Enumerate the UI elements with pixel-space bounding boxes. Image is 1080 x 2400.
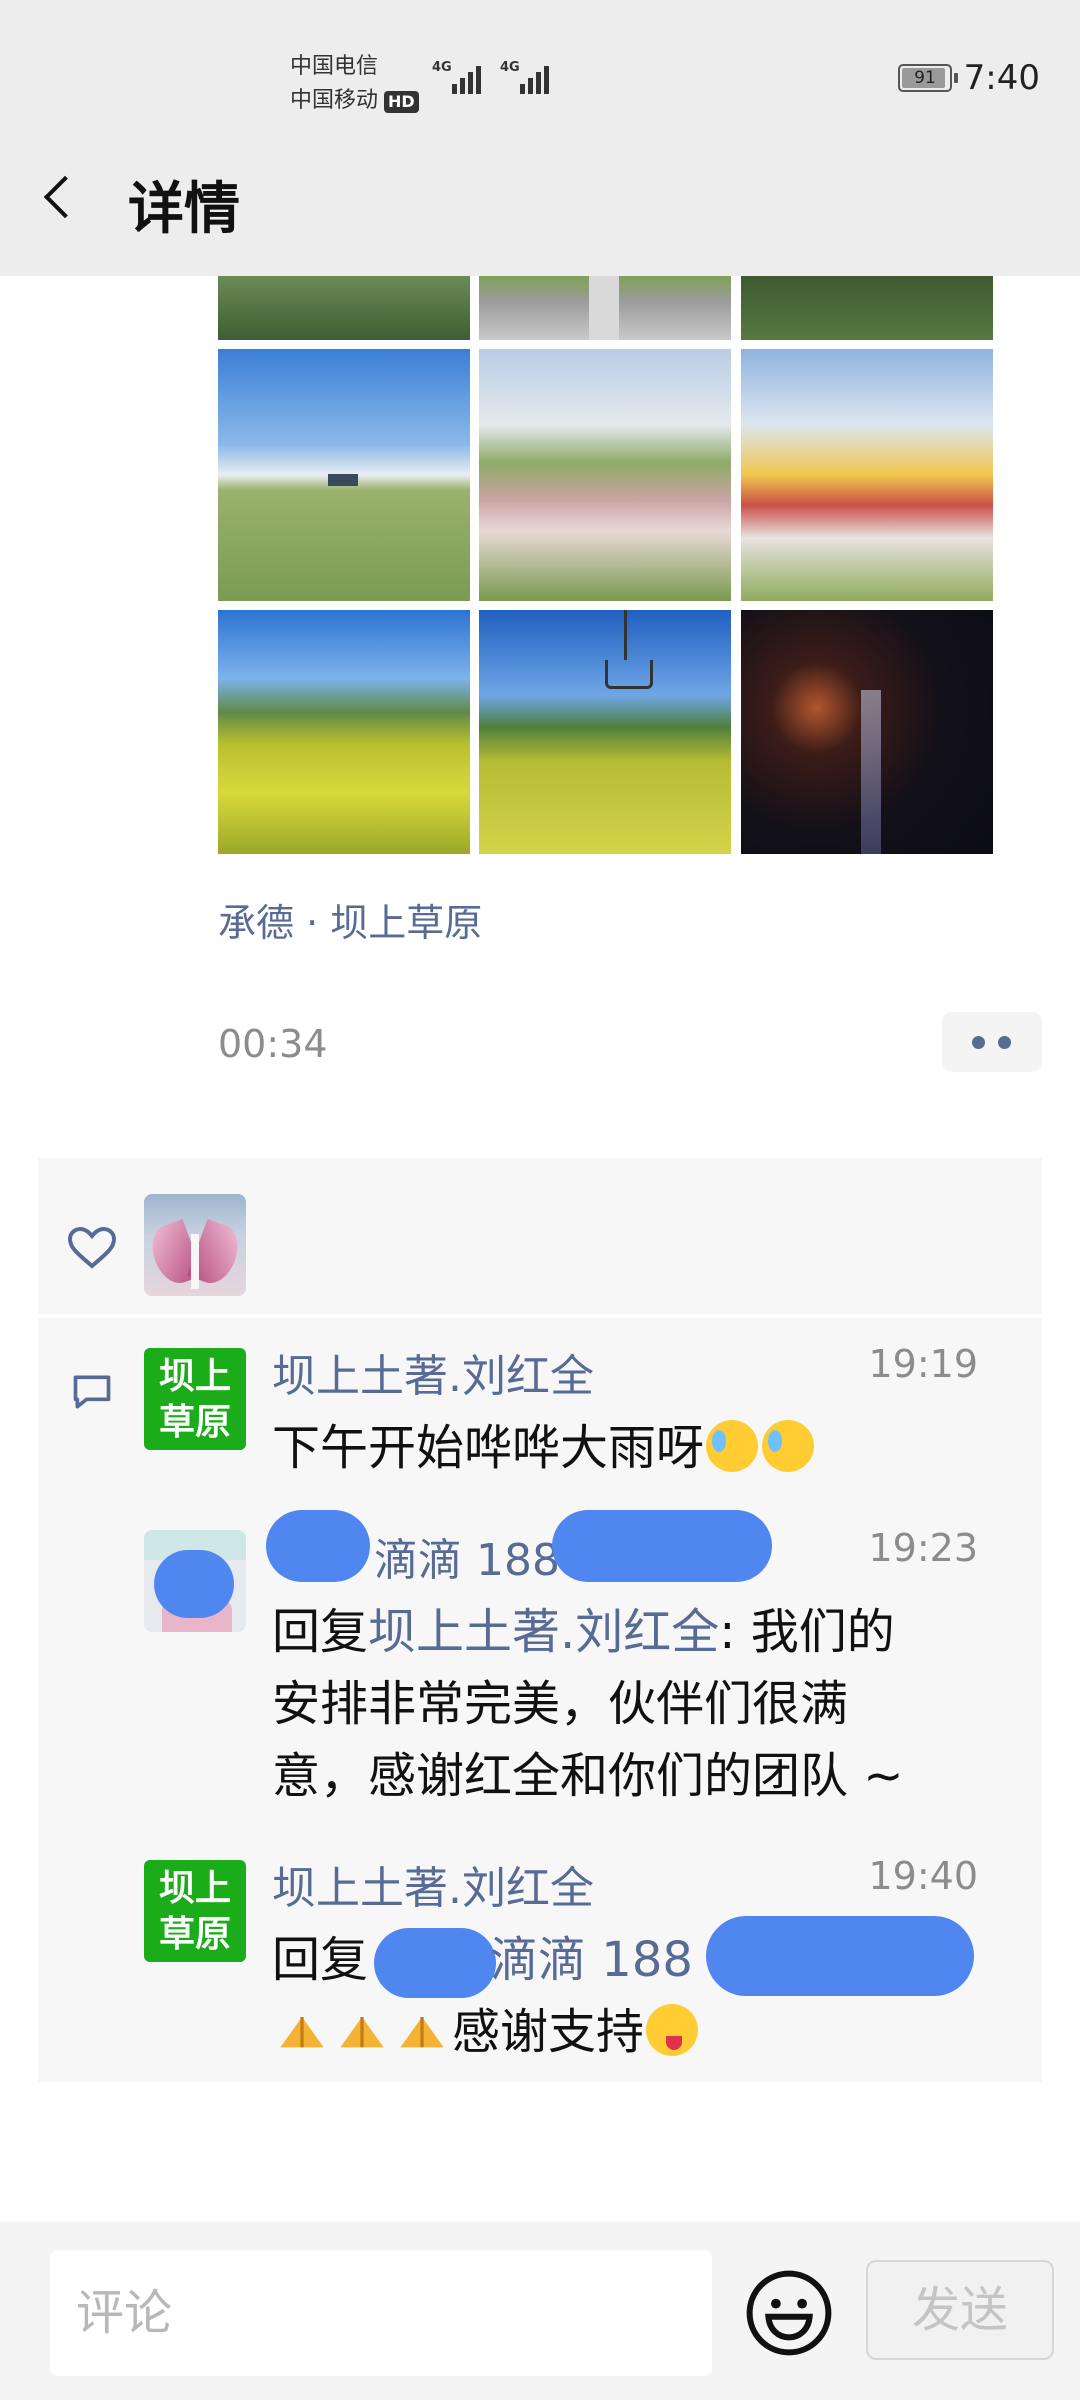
- back-button[interactable]: [38, 168, 78, 228]
- commenter-avatar[interactable]: 坝上 草原: [144, 1860, 246, 1962]
- photo-grass[interactable]: [218, 276, 470, 340]
- comment-text[interactable]: 回复坝上土著.刘红全: 我们的 安排非常完美，伙伴们很满 意，感谢红全和你们的团…: [272, 1596, 903, 1812]
- photo-road[interactable]: [479, 276, 731, 340]
- commenter-avatar[interactable]: [144, 1530, 246, 1632]
- photo-hikers[interactable]: [218, 349, 470, 601]
- commenter-name[interactable]: 滴滴 188: [374, 1524, 560, 1588]
- post-location[interactable]: 承德 · 坝上草原: [218, 892, 482, 947]
- crying-laughing-emoji: [762, 1420, 815, 1472]
- comment-time: 19:19: [868, 1342, 978, 1386]
- redacted-mark: [706, 1916, 974, 1996]
- comment-icon: [73, 1375, 111, 1409]
- commenter-name[interactable]: 坝上土著.刘红全: [272, 1852, 594, 1916]
- hd-badge: HD: [384, 91, 419, 113]
- comment-time: 19:40: [868, 1854, 978, 1898]
- carrier-1: 中国电信: [290, 54, 379, 79]
- photo-fireworks[interactable]: [741, 610, 993, 854]
- page-title: 详情: [128, 177, 240, 242]
- liker-avatar[interactable]: [144, 1194, 246, 1296]
- comment-input[interactable]: [50, 2250, 712, 2376]
- pray-emoji: [340, 2017, 384, 2048]
- commenter-name[interactable]: 坝上土著.刘红全: [272, 1340, 594, 1404]
- redacted-mark: [266, 1510, 370, 1582]
- emoji-button[interactable]: [744, 2268, 834, 2358]
- heart-icon: [68, 1226, 116, 1269]
- more-button[interactable]: [942, 1012, 1042, 1072]
- comment-time: 19:23: [868, 1526, 978, 1570]
- photo-grass-dark[interactable]: [741, 276, 993, 340]
- photo-rapeseed[interactable]: [218, 610, 470, 854]
- carrier-2: 中国移动 HD: [290, 82, 419, 114]
- photo-group-2[interactable]: [741, 349, 993, 601]
- crying-laughing-emoji: [706, 1420, 759, 1472]
- post-time: 00:34: [218, 1022, 328, 1066]
- photo-chairlift[interactable]: [479, 610, 731, 854]
- winking-tongue-emoji: [646, 2004, 699, 2056]
- battery-icon: 91: [898, 64, 958, 92]
- commenter-avatar[interactable]: 坝上 草原: [144, 1348, 246, 1450]
- photo-group-1[interactable]: [479, 349, 731, 601]
- pray-emoji: [280, 2017, 324, 2048]
- send-button[interactable]: 发送: [866, 2260, 1054, 2360]
- clock: 7:40: [963, 58, 1040, 98]
- reply-to-name[interactable]: 坝上土著.刘红全: [368, 1604, 719, 1660]
- comment-text[interactable]: 回复 滴滴 188 感谢支持: [272, 1924, 700, 2068]
- pray-emoji: [400, 2017, 444, 2048]
- reply-to-name[interactable]: 滴滴 188: [490, 1932, 693, 1988]
- redacted-mark: [552, 1510, 772, 1582]
- comment-text[interactable]: 下午开始哗哗大雨呀: [272, 1412, 816, 1484]
